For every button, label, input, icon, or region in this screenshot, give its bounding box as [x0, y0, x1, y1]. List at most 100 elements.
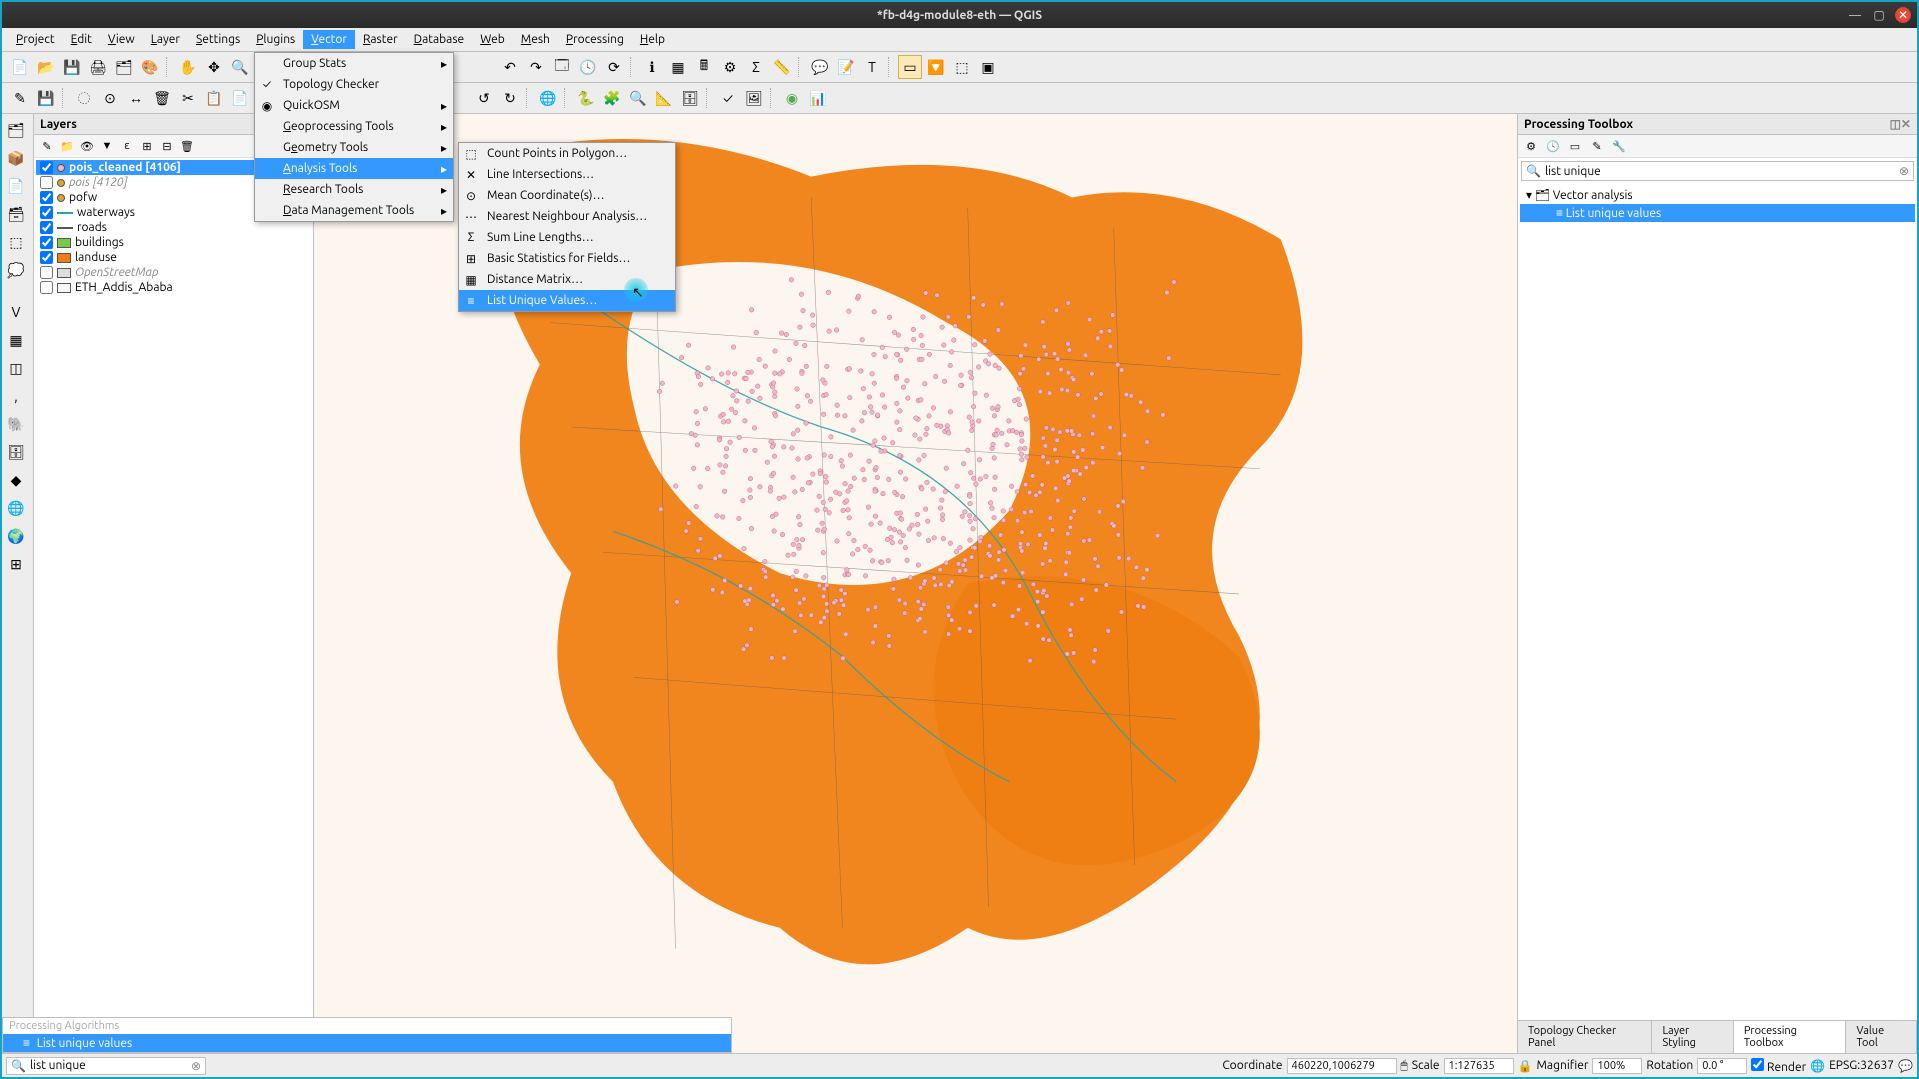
- magnifier-input[interactable]: [1592, 1058, 1642, 1074]
- menu-help[interactable]: Help: [632, 30, 673, 49]
- locator-bar[interactable]: 🔍 ⊗: [6, 1057, 206, 1075]
- layer-expression-icon[interactable]: ε: [118, 137, 136, 155]
- delete-feature-icon[interactable]: 🗑: [150, 86, 174, 110]
- submenu-item-sum-line-lengths-[interactable]: ΣSum Line Lengths…: [459, 227, 675, 248]
- menu-plugins[interactable]: Plugins: [248, 30, 303, 49]
- new-spatialite-icon[interactable]: 🗃: [4, 202, 28, 226]
- refresh-icon[interactable]: ⟳: [602, 55, 626, 79]
- identify-icon[interactable]: ℹ: [640, 55, 664, 79]
- cut-icon[interactable]: ✂: [176, 86, 200, 110]
- tab-value-tool[interactable]: Value Tool: [1846, 1021, 1917, 1053]
- add-wfs-icon[interactable]: 🌍: [4, 524, 28, 548]
- group-stats-icon[interactable]: 📊: [806, 86, 830, 110]
- zoom-last-icon[interactable]: ↶: [498, 55, 522, 79]
- menu-vector[interactable]: Vector: [303, 30, 355, 49]
- crs-label[interactable]: EPSG:32637: [1829, 1059, 1894, 1072]
- db-manager-icon[interactable]: 🗄: [678, 86, 702, 110]
- vertex-tool-icon[interactable]: ⊙: [98, 86, 122, 110]
- menu-item-geometry-tools[interactable]: Geometry Tools: [255, 137, 453, 158]
- render-checkbox-label[interactable]: Render: [1751, 1058, 1806, 1074]
- measure-icon[interactable]: 📏: [770, 55, 794, 79]
- menu-item-quickosm[interactable]: ◉QuickOSM: [255, 95, 453, 116]
- submenu-item-list-unique-values-[interactable]: ≡List Unique Values…: [459, 290, 675, 311]
- minimize-button[interactable]: —: [1847, 7, 1863, 23]
- select-all-icon[interactable]: ▣: [976, 55, 1000, 79]
- render-checkbox[interactable]: [1751, 1058, 1764, 1071]
- menu-database[interactable]: Database: [406, 30, 473, 49]
- zoom-next-icon[interactable]: ↷: [524, 55, 548, 79]
- layer-expand-icon[interactable]: ⊞: [138, 137, 156, 155]
- add-mesh-icon[interactable]: ◫: [4, 356, 28, 380]
- layer-visibility-checkbox[interactable]: [40, 236, 53, 249]
- layer-visibility-checkbox[interactable]: [40, 191, 53, 204]
- tree-item[interactable]: ≡ List unique values: [1520, 204, 1915, 222]
- layer-filter-legend-icon[interactable]: ▼: [98, 137, 116, 155]
- field-calculator-icon[interactable]: 🖩: [692, 55, 716, 79]
- clear-search-icon[interactable]: ⊗: [1899, 164, 1909, 178]
- messages-icon[interactable]: 💬: [1898, 1059, 1913, 1073]
- menu-processing[interactable]: Processing: [558, 30, 632, 49]
- tree-group[interactable]: ▾ 🗂 Vector analysis: [1520, 186, 1915, 204]
- submenu-item-basic-statistics-for-fields-[interactable]: ⊞Basic Statistics for Fields…: [459, 248, 675, 269]
- menu-mesh[interactable]: Mesh: [513, 30, 558, 49]
- move-feature-icon[interactable]: ↔: [124, 86, 148, 110]
- panel-dock-icon[interactable]: ◫✕: [1890, 117, 1911, 131]
- maximize-button[interactable]: ▢: [1871, 7, 1887, 23]
- pan-selection-icon[interactable]: ✥: [202, 55, 226, 79]
- add-feature-icon[interactable]: ◌: [72, 86, 96, 110]
- save-edits-icon[interactable]: 💾: [34, 86, 58, 110]
- toolbox-search-input[interactable]: [1545, 165, 1899, 178]
- add-wms-icon[interactable]: 🌐: [4, 496, 28, 520]
- pan-icon[interactable]: ✋: [176, 55, 200, 79]
- locator-input[interactable]: [30, 1059, 191, 1072]
- layer-row[interactable]: OpenStreetMap: [36, 265, 311, 280]
- scale-input[interactable]: [1444, 1058, 1514, 1074]
- options-icon[interactable]: 🔧: [1610, 137, 1628, 155]
- results-viewer-icon[interactable]: ▭: [1566, 137, 1584, 155]
- layout-manager-icon[interactable]: 🗂: [112, 55, 136, 79]
- layer-visibility-icon[interactable]: 👁: [78, 137, 96, 155]
- add-raster-icon[interactable]: ▦: [4, 328, 28, 352]
- layer-row[interactable]: buildings: [36, 235, 311, 250]
- add-delimited-text-icon[interactable]: ,: [4, 384, 28, 408]
- edit-in-place-icon[interactable]: ✎: [1588, 137, 1606, 155]
- layer-visibility-checkbox[interactable]: [40, 266, 53, 279]
- submenu-item-nearest-neighbour-analysis-[interactable]: ⋯Nearest Neighbour Analysis…: [459, 206, 675, 227]
- menu-view[interactable]: View: [100, 30, 143, 49]
- new-memory-icon[interactable]: 💭: [4, 258, 28, 282]
- menu-item-topology-checker[interactable]: ✓Topology Checker: [255, 74, 453, 95]
- text-annotation-icon[interactable]: T: [860, 55, 884, 79]
- history-icon[interactable]: 🕓: [1544, 137, 1562, 155]
- menu-web[interactable]: Web: [472, 30, 513, 49]
- crs-icon[interactable]: 🌐: [1810, 1059, 1825, 1073]
- layer-visibility-checkbox[interactable]: [40, 281, 53, 294]
- submenu-item-distance-matrix-[interactable]: ▦Distance Matrix…: [459, 269, 675, 290]
- menu-item-analysis-tools[interactable]: Analysis Tools: [255, 158, 453, 179]
- layer-visibility-checkbox[interactable]: [40, 176, 53, 189]
- python-console-icon[interactable]: 🐍: [574, 86, 598, 110]
- metasearch-icon[interactable]: 🔍: [626, 86, 650, 110]
- deselect-icon[interactable]: ⬚: [950, 55, 974, 79]
- attribute-table-icon[interactable]: ▦: [666, 55, 690, 79]
- annotation-icon[interactable]: 📝: [834, 55, 858, 79]
- coordinate-toggle-icon[interactable]: 🖱: [1401, 1059, 1408, 1073]
- new-print-layout-icon[interactable]: 🖨: [86, 55, 110, 79]
- tab-topology-checker-panel[interactable]: Topology Checker Panel: [1518, 1021, 1652, 1053]
- plugin-builder-icon[interactable]: 🧩: [600, 86, 624, 110]
- menu-item-data-management-tools[interactable]: Data Management Tools: [255, 200, 453, 221]
- menu-item-group-stats[interactable]: Group Stats: [255, 53, 453, 74]
- layer-remove-icon[interactable]: 🗑: [178, 137, 196, 155]
- new-map-view-icon[interactable]: 🗔: [550, 55, 574, 79]
- add-xyz-icon[interactable]: ⊞: [4, 552, 28, 576]
- layer-collapse-icon[interactable]: ⊟: [158, 137, 176, 155]
- processing-toolbox-icon[interactable]: ⚙: [718, 55, 742, 79]
- layer-visibility-checkbox[interactable]: [40, 251, 53, 264]
- new-shapefile-icon[interactable]: 📄: [4, 174, 28, 198]
- submenu-item-mean-coordinate-s-[interactable]: ⊙Mean Coordinate(s)…: [459, 185, 675, 206]
- toolbox-search[interactable]: 🔍 ⊗: [1521, 161, 1914, 181]
- menu-settings[interactable]: Settings: [188, 30, 248, 49]
- raster-calc-icon[interactable]: 🖼: [742, 86, 766, 110]
- layer-row[interactable]: ETH_Addis_Ababa: [36, 280, 311, 295]
- open-data-source-icon[interactable]: 🗂: [4, 118, 28, 142]
- submenu-item-count-points-in-polygon-[interactable]: ⬚Count Points in Polygon…: [459, 143, 675, 164]
